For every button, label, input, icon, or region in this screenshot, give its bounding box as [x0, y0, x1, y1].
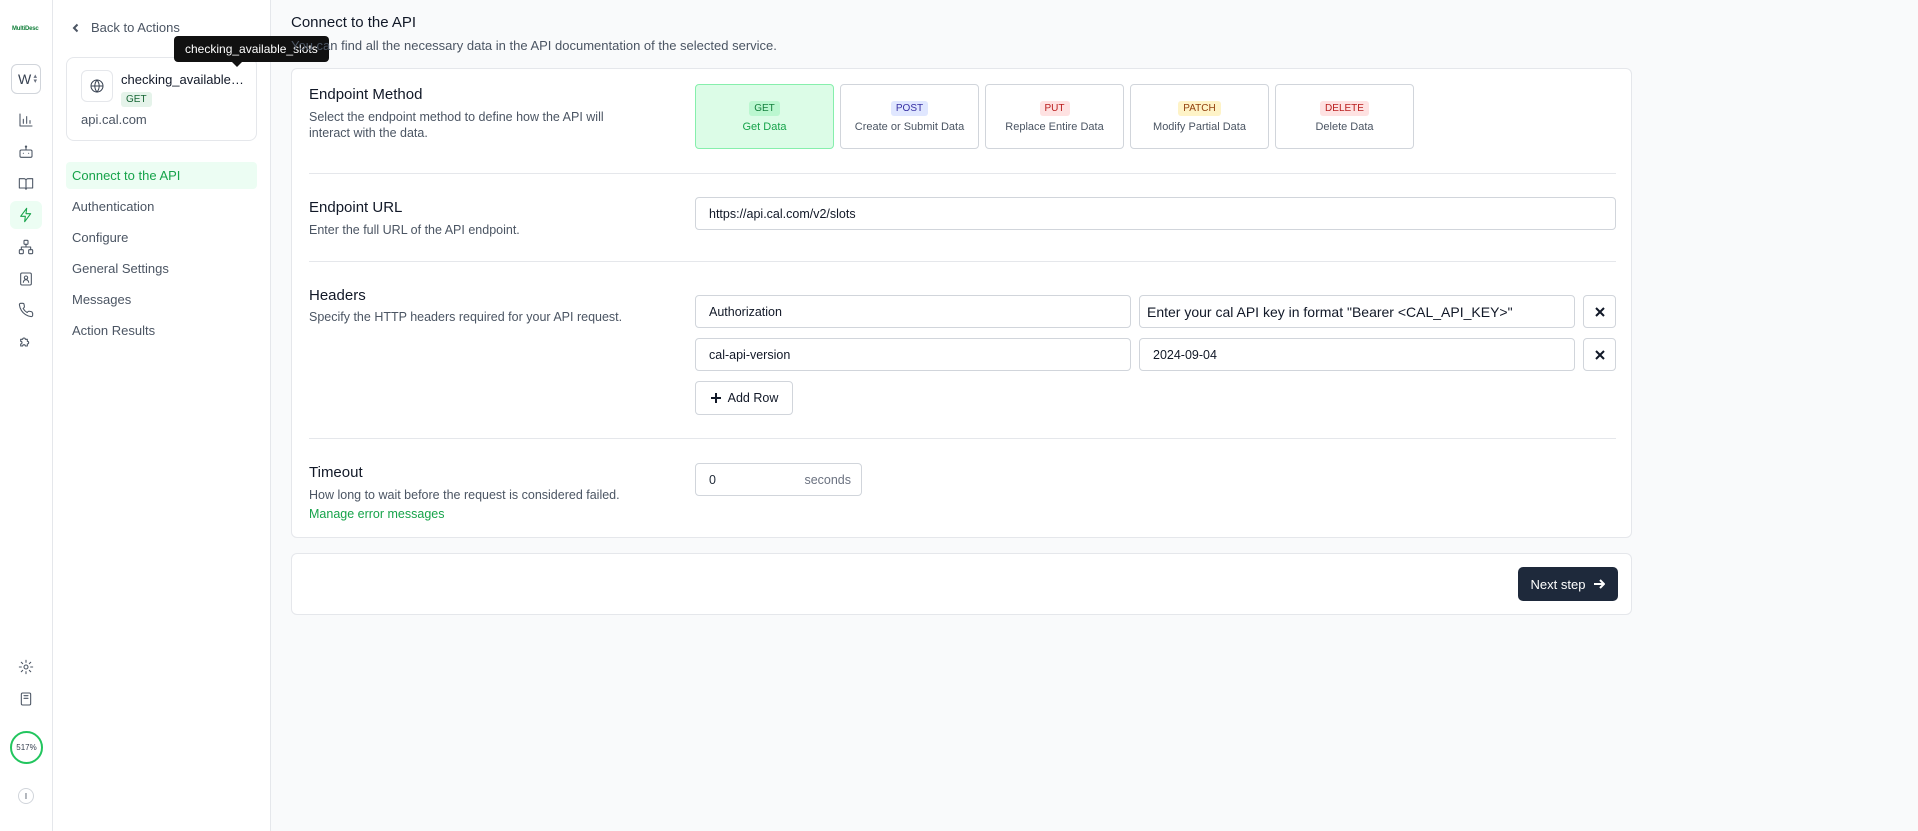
method-get-button[interactable]: GET Get Data — [695, 84, 834, 149]
method-get-tag: GET — [749, 100, 780, 116]
add-row-button[interactable]: Add Row — [695, 381, 793, 415]
timeout-description: How long to wait before the request is c… — [309, 488, 620, 502]
close-icon — [1594, 349, 1605, 360]
icon-rail: MultiDesc W ▴ ▾ 517% I — [0, 0, 53, 831]
analytics-nav[interactable] — [10, 106, 42, 134]
method-delete-button[interactable]: DELETE Delete Data — [1275, 84, 1414, 149]
chevron-updown-icon: ▴ ▾ — [33, 73, 37, 85]
contacts-icon — [20, 272, 32, 286]
contacts-nav[interactable] — [10, 265, 42, 293]
method-put-tag: PUT — [1039, 100, 1070, 116]
puzzle-icon — [20, 337, 30, 347]
method-post-button[interactable]: POST Create or Submit Data — [840, 84, 979, 149]
action-domain: api.cal.com — [81, 112, 147, 127]
api-config-panel: Endpoint Method Select the endpoint meth… — [291, 68, 1632, 538]
settings-nav[interactable] — [10, 653, 42, 681]
page-subtitle: You can find all the necessary data in t… — [291, 38, 777, 53]
agents-nav[interactable] — [10, 138, 42, 166]
method-badge: GET — [121, 92, 152, 107]
close-icon — [1594, 306, 1605, 317]
action-card: checking_available_slots GET api.cal.com — [66, 57, 257, 141]
divider — [309, 261, 1616, 262]
action-sidebar: Back to Actions checking_available_slots… — [53, 0, 329, 831]
action-steps-nav: Connect to the API Authentication Config… — [66, 162, 257, 348]
method-post-label: Create or Submit Data — [854, 120, 965, 133]
action-name: checking_available_slots — [121, 72, 246, 87]
method-get-label: Get Data — [742, 120, 787, 133]
next-step-button[interactable]: Next step — [1518, 567, 1618, 601]
nav-messages[interactable]: Messages — [66, 286, 257, 313]
plus-icon — [710, 393, 721, 403]
workspace-initial: W — [18, 71, 32, 87]
endpoint-url-title: Endpoint URL — [309, 199, 403, 216]
method-selector: GET Get Data POST Create or Submit Data … — [695, 84, 1414, 149]
timeout-unit: seconds — [804, 472, 851, 487]
actions-nav[interactable] — [10, 201, 42, 229]
globe-icon — [81, 70, 113, 102]
chevron-left-icon — [72, 23, 79, 32]
next-step-label: Next step — [1530, 576, 1586, 592]
workspace-switcher[interactable]: W ▴ ▾ — [11, 64, 41, 94]
integrations-nav[interactable] — [10, 328, 42, 356]
step-footer: Next step — [291, 553, 1632, 615]
endpoint-method-title: Endpoint Method — [309, 86, 423, 103]
endpoint-url-description: Enter the full URL of the API endpoint. — [309, 223, 520, 237]
headers-title: Headers — [309, 287, 366, 304]
method-post-tag: POST — [890, 100, 929, 116]
lightning-icon — [20, 207, 32, 223]
bar-chart-icon — [19, 113, 33, 127]
method-put-button[interactable]: PUT Replace Entire Data — [985, 84, 1124, 149]
headers-description: Specify the HTTP headers required for yo… — [309, 310, 623, 324]
method-put-label: Replace Entire Data — [1005, 120, 1104, 133]
header-value-input[interactable]: 2024-09-04 — [1139, 338, 1575, 371]
divider — [309, 173, 1616, 174]
usage-indicator[interactable]: 517% — [10, 731, 43, 764]
remove-header-button[interactable] — [1583, 295, 1616, 328]
network-icon — [18, 239, 34, 255]
endpoint-url-input[interactable]: https://api.cal.com/v2/slots — [695, 197, 1616, 230]
user-avatar[interactable]: I — [18, 788, 34, 804]
remove-header-button[interactable] — [1583, 338, 1616, 371]
back-label: Back to Actions — [91, 20, 180, 35]
phone-icon — [18, 302, 34, 318]
app-logo[interactable]: MultiDesc — [12, 26, 39, 32]
method-patch-label: Modify Partial Data — [1153, 120, 1246, 133]
nav-connect-to-api[interactable]: Connect to the API — [66, 162, 257, 189]
back-to-actions-link[interactable]: Back to Actions — [71, 20, 180, 35]
gear-icon — [18, 659, 34, 675]
method-delete-label: Delete Data — [1315, 120, 1374, 133]
nav-authentication[interactable]: Authentication — [66, 193, 257, 220]
nav-configure[interactable]: Configure — [66, 224, 257, 251]
nav-action-results[interactable]: Action Results — [66, 317, 257, 344]
notebook-icon — [20, 692, 32, 706]
knowledge-nav[interactable] — [10, 170, 42, 198]
main-content: Connect to the API You can find all the … — [271, 0, 1918, 831]
add-row-label: Add Row — [727, 391, 779, 405]
calls-nav[interactable] — [10, 296, 42, 324]
nav-general-settings[interactable]: General Settings — [66, 255, 257, 282]
header-key-input[interactable]: cal-api-version — [695, 338, 1131, 371]
timeout-value: 0 — [709, 472, 716, 487]
page-title: Connect to the API — [291, 14, 417, 31]
timeout-input[interactable]: 0 seconds — [695, 463, 862, 496]
divider — [309, 438, 1616, 439]
method-patch-tag: PATCH — [1178, 100, 1221, 116]
workflows-nav[interactable] — [10, 233, 42, 261]
method-delete-tag: DELETE — [1320, 100, 1369, 116]
book-icon — [18, 178, 34, 190]
manage-error-messages-link[interactable]: Manage error messages — [309, 507, 444, 521]
method-patch-button[interactable]: PATCH Modify Partial Data — [1130, 84, 1269, 149]
endpoint-method-description: Select the endpoint method to define how… — [309, 110, 604, 140]
docs-nav[interactable] — [10, 685, 42, 713]
bot-icon — [19, 145, 33, 158]
header-value-input[interactable]: Enter your cal API key in format "Bearer… — [1139, 295, 1575, 328]
timeout-title: Timeout — [309, 464, 363, 481]
arrow-right-icon — [1594, 579, 1606, 589]
header-key-input[interactable]: Authorization — [695, 295, 1131, 328]
